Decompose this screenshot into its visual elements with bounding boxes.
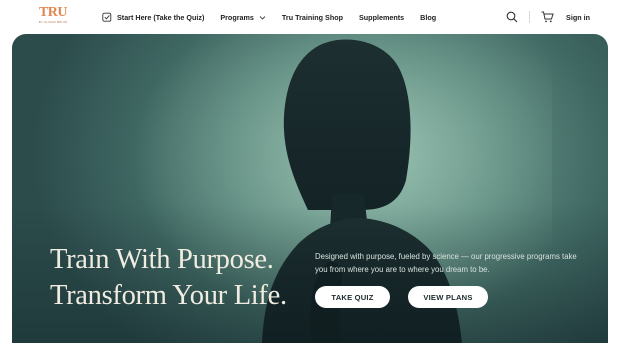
brand-logo[interactable]: TRU BY SUGAR BRUIN	[38, 5, 68, 29]
nav-label-start-here: Start Here (Take the Quiz)	[117, 12, 205, 22]
header-divider	[529, 11, 531, 23]
nav-label-shop: Tru Training Shop	[281, 12, 343, 22]
hero-headline-line1: Train With Purpose.	[50, 244, 274, 275]
take-quiz-button[interactable]: TAKE QUIZ	[315, 286, 390, 308]
chevron-down-icon	[259, 15, 266, 20]
hero-headline-line2: Transform Your Life.	[50, 280, 287, 311]
view-plans-button[interactable]: VIEW PLANS	[408, 286, 488, 308]
nav-item-blog[interactable]: Blog	[420, 13, 436, 22]
search-icon	[506, 11, 518, 23]
nav-item-start-here[interactable]: Start Here (Take the Quiz)	[102, 12, 204, 22]
header-actions: Sign in	[505, 0, 590, 34]
cart-icon	[541, 11, 554, 23]
nav-label-programs: Programs	[220, 12, 254, 22]
cart-button[interactable]	[540, 10, 554, 24]
search-button[interactable]	[505, 10, 519, 24]
hero-headline: Train With Purpose. Transform Your Life.	[50, 242, 287, 314]
logo-subtext: BY SUGAR BRUIN	[38, 20, 68, 24]
nav-label-blog: Blog	[420, 12, 437, 22]
nav-item-programs[interactable]: Programs	[220, 13, 266, 22]
main-nav: Start Here (Take the Quiz) Programs Tru …	[102, 0, 452, 34]
site-header: TRU BY SUGAR BRUIN Start Here (Take the …	[0, 0, 620, 34]
logo-mark: TRU	[38, 5, 68, 20]
nav-item-supplements[interactable]: Supplements	[359, 13, 404, 22]
hero-subtext: Designed with purpose, fueled by science…	[315, 252, 577, 274]
hero-banner: Train With Purpose. Transform Your Life.…	[12, 34, 608, 343]
sign-in-link[interactable]: Sign in	[566, 13, 590, 22]
quiz-check-icon	[102, 12, 112, 22]
nav-item-shop[interactable]: Tru Training Shop	[282, 13, 343, 22]
nav-label-supplements: Supplements	[359, 12, 405, 22]
